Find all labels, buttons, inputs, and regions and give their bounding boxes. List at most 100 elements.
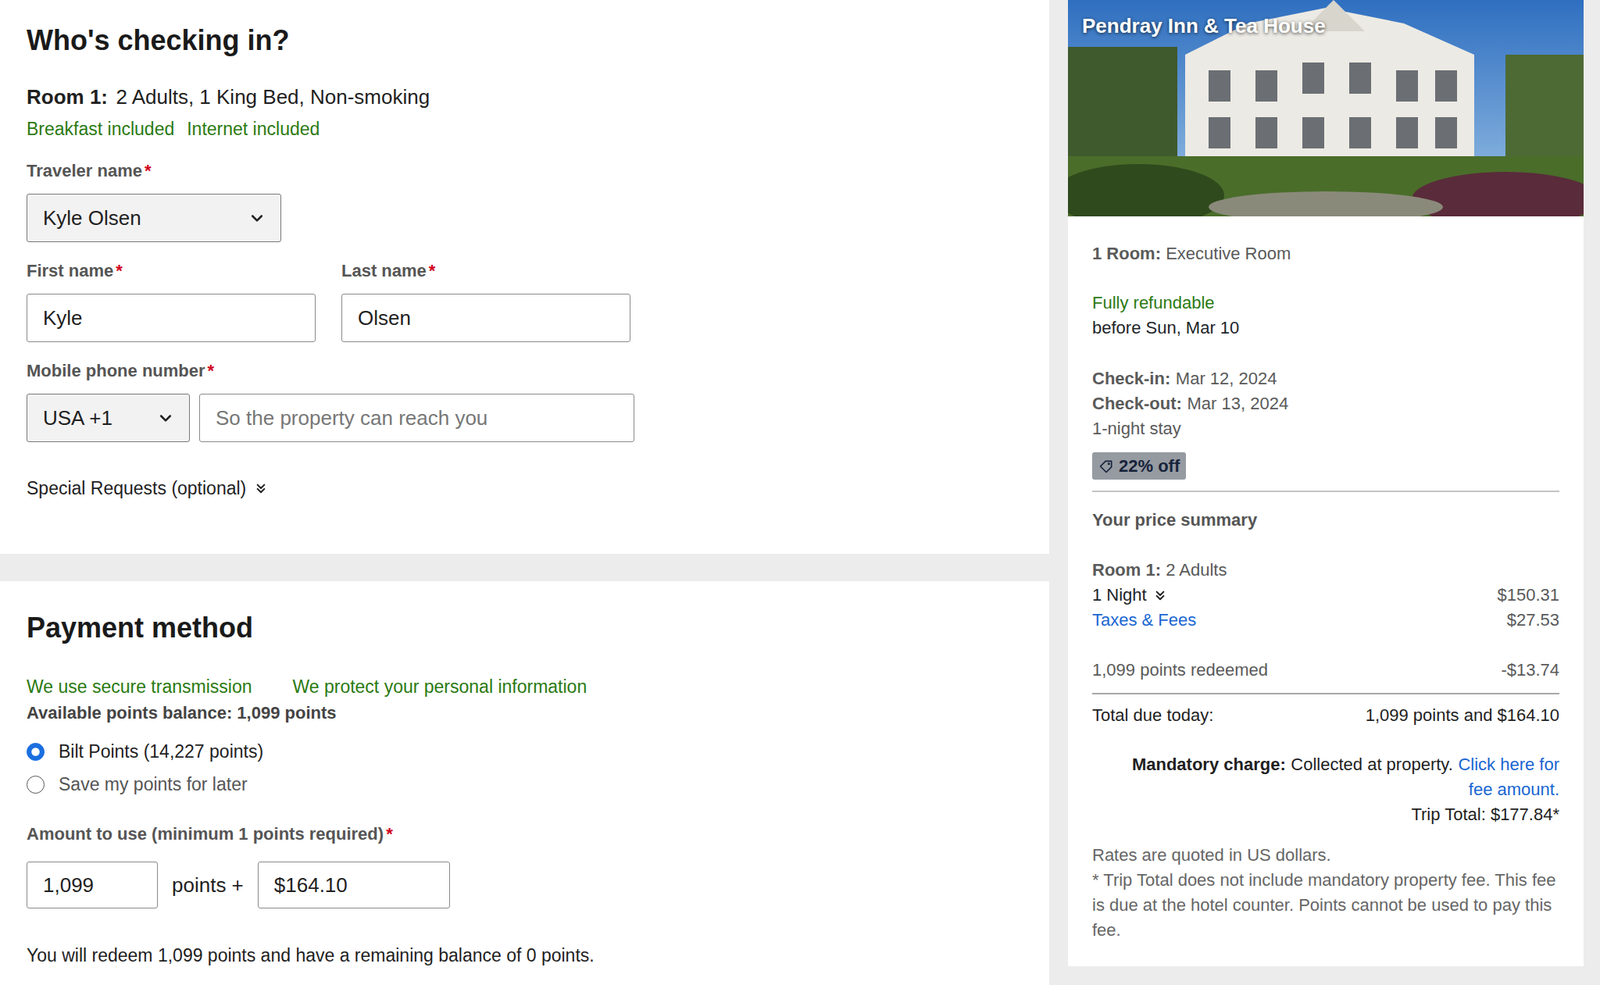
room-label: Room 1:: [26, 85, 108, 109]
perk-label: Internet included: [186, 117, 320, 141]
price-line-amount: $27.53: [1507, 607, 1560, 633]
payment-option-label: Save my points for later: [58, 771, 248, 797]
payment-options: Bilt Points (14,227 points) Save my point…: [26, 739, 1023, 797]
required-mark: *: [144, 160, 152, 181]
refund-info: Fully refundable before Sun, Mar 10: [1092, 290, 1560, 341]
payment-option[interactable]: Save my points for later: [26, 771, 1023, 797]
price-line-link[interactable]: Taxes & Fees: [1092, 607, 1197, 633]
chevron-down-icon: [249, 210, 265, 226]
checkout-page: Who's checking in? Room 1: 2 Adults, 1 Ki…: [0, 0, 1600, 985]
required-mark: *: [385, 824, 393, 844]
double-chevron-down-icon: [255, 482, 267, 494]
payment-option-label: Bilt Points (14,227 points): [58, 739, 264, 765]
required-mark: *: [428, 260, 436, 281]
phone-field: Mobile phone number* USA +1: [26, 359, 1023, 443]
payment-option[interactable]: Bilt Points (14,227 points): [26, 739, 1023, 765]
traveler-value: Kyle Olsen: [42, 203, 142, 234]
phone-label: Mobile phone number*: [26, 359, 1023, 383]
price-room: Room 1: 2 Adults: [1092, 557, 1560, 583]
last-name-label-text: Last name: [341, 260, 427, 281]
price-line-amount: $150.31: [1496, 582, 1560, 608]
name-row: First name* Last name*: [26, 259, 1023, 343]
discount-text: 22% off: [1118, 453, 1180, 479]
divider: [1092, 490, 1560, 493]
assurance-label: We protect your personal information: [292, 675, 587, 699]
mandatory-text: Collected at property.: [1290, 754, 1453, 775]
discount-badge: 22% off: [1092, 452, 1186, 480]
last-name-field: Last name*: [341, 259, 631, 343]
summary-body: 1 Room: Executive Room Fully refundable …: [1067, 241, 1584, 943]
last-name-label: Last name*: [341, 259, 631, 283]
special-requests-label: Special Requests (optional): [26, 476, 247, 500]
points-joiner: points +: [171, 870, 244, 901]
price-lines: 1 Night $150.31 Taxes & Fees $27.53: [1092, 582, 1560, 633]
hotel-name: Pendray Inn & Tea House: [1082, 10, 1326, 42]
total-label: Total due today:: [1092, 703, 1214, 729]
points-redeemed-row: 1,099 points redeemed -$13.74: [1092, 657, 1560, 683]
refund-status: Fully refundable: [1092, 290, 1560, 316]
mandatory-charge: Mandatory charge:Collected at property.C…: [1092, 752, 1560, 803]
country-code-select[interactable]: USA +1: [26, 393, 190, 443]
amount-label-text: Amount to use (minimum 1 points required…: [26, 824, 384, 844]
price-line-toggle[interactable]: 1 Night: [1092, 582, 1166, 608]
special-requests-toggle[interactable]: Special Requests (optional): [26, 476, 1023, 500]
traveler-select[interactable]: Kyle Olsen: [26, 193, 282, 243]
checkin-heading: Who's checking in?: [26, 23, 1023, 58]
last-name-input[interactable]: [341, 293, 631, 343]
stay-dates: Check-in:Mar 12, 2024Check-out:Mar 13, 2…: [1092, 366, 1560, 417]
price-line: Taxes & Fees $27.53: [1092, 607, 1560, 633]
country-code-value: USA +1: [42, 403, 113, 434]
date-value: Mar 13, 2024: [1186, 393, 1289, 414]
price-line-label: 1 Night: [1092, 582, 1147, 608]
cash-input[interactable]: [257, 861, 450, 909]
refund-deadline: before Sun, Mar 10: [1092, 315, 1560, 341]
phone-input[interactable]: [199, 393, 635, 443]
rate-note: * Trip Total does not include mandatory …: [1092, 867, 1560, 943]
rate-note: Rates are quoted in US dollars.: [1092, 842, 1560, 868]
room-line: Room 1: 2 Adults, 1 King Bed, Non-smoking: [26, 84, 1023, 110]
assurances: We use secure transmission We protect you…: [26, 675, 1023, 699]
total-amount: 1,099 points and $164.10: [1365, 703, 1560, 729]
date-value: Mar 12, 2024: [1175, 368, 1278, 389]
price-room-value: 2 Adults: [1165, 560, 1227, 580]
payment-radio[interactable]: [26, 775, 45, 794]
points-redeemed-label: 1,099 points redeemed: [1092, 657, 1268, 683]
traveler-field: Traveler name* Kyle Olsen: [26, 159, 1023, 243]
price-line: 1 Night $150.31: [1092, 582, 1560, 608]
first-name-input[interactable]: [26, 293, 316, 343]
points-balance: Available points balance: 1,099 points: [26, 701, 1023, 725]
room-type-value: Executive Room: [1165, 243, 1291, 264]
phone-row: USA +1: [26, 393, 1023, 443]
main-column: Who's checking in? Room 1: 2 Adults, 1 Ki…: [0, 0, 1050, 985]
price-room-label: Room 1:: [1092, 560, 1161, 580]
trip-total: Trip Total: $177.84*: [1092, 802, 1560, 828]
payment-panel: Payment method We use secure transmissio…: [0, 581, 1050, 985]
date-label: Check-in:: [1092, 368, 1171, 389]
mandatory-label: Mandatory charge:: [1132, 754, 1286, 775]
total-row: Total due today: 1,099 points and $164.1…: [1092, 703, 1560, 729]
first-name-field: First name*: [26, 259, 316, 343]
chevron-down-icon: [157, 410, 174, 426]
date-row: Check-out:Mar 13, 2024: [1092, 391, 1560, 417]
amount-row: points +: [26, 861, 1023, 909]
traveler-panel: Who's checking in? Room 1: 2 Adults, 1 Ki…: [0, 0, 1050, 554]
points-input[interactable]: [26, 861, 158, 909]
room-description: 2 Adults, 1 King Bed, Non-smoking: [115, 85, 430, 109]
required-mark: *: [115, 260, 123, 281]
assurance-label: We use secure transmission: [26, 675, 252, 699]
required-mark: *: [207, 360, 215, 381]
price-summary-title: Your price summary: [1092, 507, 1560, 533]
date-label: Check-out:: [1092, 393, 1183, 414]
date-row: Check-in:Mar 12, 2024: [1092, 366, 1560, 392]
room-type-label: 1 Room:: [1092, 243, 1161, 264]
room-type: 1 Room: Executive Room: [1092, 241, 1560, 267]
fee-amount-link[interactable]: Click here for fee amount.: [1457, 754, 1560, 800]
payment-radio[interactable]: [26, 742, 45, 761]
hotel-photo: Pendray Inn & Tea House: [1067, 0, 1584, 217]
booking-summary: Pendray Inn & Tea House 1 Room: Executiv…: [1067, 0, 1584, 967]
double-chevron-down-icon: [1154, 589, 1166, 601]
phone-label-text: Mobile phone number: [26, 360, 206, 381]
traveler-label-text: Traveler name: [26, 160, 143, 181]
traveler-label: Traveler name*: [26, 159, 1023, 183]
payment-heading: Payment method: [26, 610, 1023, 645]
